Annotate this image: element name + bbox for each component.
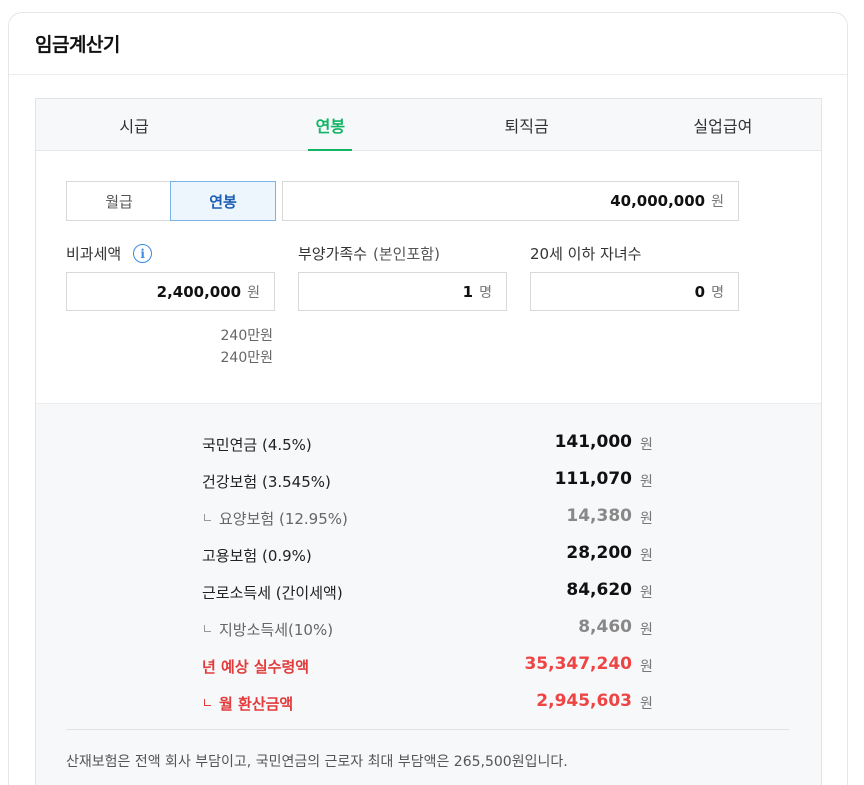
- result-label-text: 년 예상 실수령액: [202, 658, 310, 676]
- period-toggle: 월급 연봉: [66, 181, 276, 221]
- result-row: 지방소득세(10%) 8,460 원: [36, 609, 821, 646]
- result-value: 141,000: [554, 432, 632, 452]
- nontax-label-text: 비과세액: [66, 245, 122, 263]
- result-value: 14,380: [566, 506, 632, 526]
- result-value: 111,070: [554, 469, 632, 489]
- tab-annual[interactable]: 연봉: [232, 99, 428, 150]
- nontax-input[interactable]: 2,400,000 원: [66, 272, 275, 311]
- wage-calculator-card: 임금계산기 시급 연봉 퇴직금 실업급여 월급 연봉 40,000,000 원 …: [8, 12, 848, 785]
- result-row: 근로소득세 (간이세액) 84,620 원: [36, 572, 821, 609]
- result-value: 8,460: [578, 617, 632, 637]
- dependents-unit: 명: [479, 284, 492, 301]
- nontax-value: 2,400,000: [156, 282, 242, 301]
- result-value: 28,200: [566, 543, 632, 563]
- nontax-unit: 원: [247, 284, 260, 301]
- calculator-panel: 시급 연봉 퇴직금 실업급여 월급 연봉 40,000,000 원 비과세액 i…: [35, 98, 822, 785]
- result-unit: 원: [640, 437, 653, 453]
- result-value: 84,620: [566, 580, 632, 600]
- divider: [66, 729, 789, 730]
- result-unit: 원: [640, 548, 653, 564]
- result-label: 고용보험 (0.9%): [202, 545, 312, 566]
- tab-severance[interactable]: 퇴직금: [429, 99, 625, 150]
- dependents-input[interactable]: 1 명: [298, 272, 507, 311]
- dependents-label-text: 부양가족수: [298, 245, 368, 263]
- page-title: 임금계산기: [35, 34, 120, 56]
- result-row: 년 예상 실수령액 35,347,240 원: [36, 646, 821, 683]
- result-row: 건강보험 (3.545%) 111,070 원: [36, 461, 821, 498]
- result-label: 건강보험 (3.545%): [202, 471, 331, 492]
- result-label-text: 근로소득세 (간이세액): [202, 584, 343, 602]
- dependents-label-sub: (본인포함): [373, 245, 440, 263]
- result-row: 월 환산금액 2,945,603 원: [36, 683, 821, 720]
- nontax-hint-1: 240만원: [220, 328, 273, 344]
- result-label-text: 월 환산금액: [219, 695, 294, 713]
- salary-value: 40,000,000: [610, 192, 706, 210]
- result-label-text: 고용보험 (0.9%): [202, 547, 312, 565]
- children-label-text: 20세 이하 자녀수: [530, 245, 642, 263]
- result-label: 지방소득세(10%): [202, 619, 333, 640]
- sub-item-corner-icon: [204, 514, 211, 521]
- result-unit: 원: [640, 474, 653, 490]
- dependents-value: 1: [462, 282, 474, 301]
- result-row: 요양보험 (12.95%) 14,380 원: [36, 498, 821, 535]
- result-label-text: 국민연금 (4.5%): [202, 436, 312, 454]
- result-label: 월 환산금액: [202, 693, 293, 714]
- info-icon[interactable]: i: [133, 244, 153, 263]
- card-header: 임금계산기: [9, 13, 847, 75]
- tab-hourly[interactable]: 시급: [36, 99, 232, 150]
- result-unit: 원: [640, 696, 653, 712]
- result-unit: 원: [640, 585, 653, 601]
- result-unit: 원: [640, 511, 653, 527]
- result-value: 35,347,240: [524, 654, 632, 674]
- result-label: 국민연금 (4.5%): [202, 434, 312, 455]
- input-section: 월급 연봉 40,000,000 원 비과세액 i 부양가족수 (본인포함) 2…: [36, 151, 821, 403]
- children-input[interactable]: 0 명: [530, 272, 739, 311]
- result-label-text: 건강보험 (3.545%): [202, 473, 331, 491]
- footnote: 산재보험은 전액 회사 부담이고, 국민연금의 근로자 최대 부담액은 265,…: [66, 754, 568, 770]
- result-label: 요양보험 (12.95%): [202, 508, 348, 529]
- result-label: 년 예상 실수령액: [202, 656, 309, 677]
- tab-unemployment[interactable]: 실업급여: [625, 99, 821, 150]
- result-row: 국민연금 (4.5%) 141,000 원: [36, 424, 821, 461]
- monthly-toggle-button[interactable]: 월급: [67, 182, 171, 220]
- result-label: 근로소득세 (간이세액): [202, 582, 343, 603]
- salary-unit: 원: [711, 194, 724, 210]
- nontax-label: 비과세액 i: [66, 243, 153, 264]
- result-unit: 원: [640, 659, 653, 675]
- result-row: 고용보험 (0.9%) 28,200 원: [36, 535, 821, 572]
- calculator-tabs: 시급 연봉 퇴직금 실업급여: [36, 99, 821, 151]
- sub-item-corner-icon: [204, 625, 211, 632]
- dependents-label: 부양가족수 (본인포함): [298, 243, 440, 264]
- salary-input[interactable]: 40,000,000 원: [282, 181, 739, 221]
- sub-item-corner-icon: [204, 699, 211, 706]
- result-value: 2,945,603: [536, 691, 632, 711]
- children-value: 0: [694, 282, 706, 301]
- nontax-hint-2: 240만원: [220, 350, 273, 366]
- result-unit: 원: [640, 622, 653, 638]
- annual-toggle-button[interactable]: 연봉: [170, 181, 276, 221]
- result-label-text: 지방소득세(10%): [219, 621, 334, 639]
- children-label: 20세 이하 자녀수: [530, 243, 641, 264]
- result-label-text: 요양보험 (12.95%): [219, 510, 348, 528]
- results-section: 국민연금 (4.5%) 141,000 원 건강보험 (3.545%) 111,070 원…: [36, 403, 821, 785]
- children-unit: 명: [711, 284, 724, 301]
